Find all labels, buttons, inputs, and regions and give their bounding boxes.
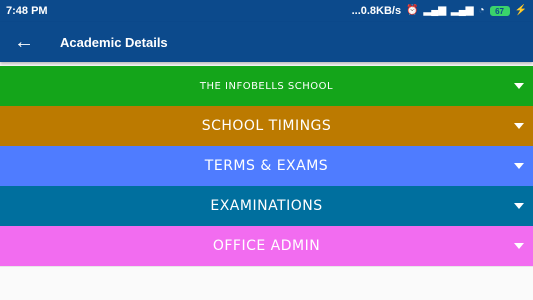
signal-icon: ▂▄▆ bbox=[423, 5, 447, 16]
section-infobells-school[interactable]: THE INFOBELLS SCHOOL bbox=[0, 66, 533, 106]
caret-down-icon bbox=[514, 123, 524, 129]
section-label: THE INFOBELLS SCHOOL bbox=[199, 80, 334, 92]
section-label: TERMS & EXAMS bbox=[204, 158, 329, 174]
caret-down-icon bbox=[514, 203, 524, 209]
section-school-timings[interactable]: SCHOOL TIMINGS bbox=[0, 106, 533, 146]
signal-icon-2: ▂▄▆ bbox=[451, 5, 474, 16]
app-bar: ← Academic Details bbox=[0, 22, 533, 62]
caret-down-icon bbox=[514, 83, 524, 89]
caret-down-icon bbox=[514, 163, 524, 169]
wifi-icon: ◔ bbox=[478, 5, 485, 16]
divider bbox=[0, 266, 533, 267]
caret-down-icon bbox=[514, 243, 524, 249]
section-label: OFFICE ADMIN bbox=[212, 238, 321, 254]
section-label: EXAMINATIONS bbox=[210, 198, 323, 214]
academic-sections-list: THE INFOBELLS SCHOOL SCHOOL TIMINGS TERM… bbox=[0, 66, 533, 266]
section-examinations[interactable]: EXAMINATIONS bbox=[0, 186, 533, 226]
alarm-icon: ⏰ bbox=[406, 5, 419, 16]
network-speed: ...0.8KB/s bbox=[351, 5, 402, 17]
battery-icon: 67 bbox=[489, 6, 510, 16]
page-title: Academic Details bbox=[60, 34, 168, 50]
charging-icon: ⚡ bbox=[514, 5, 527, 16]
status-time: 7:48 PM bbox=[6, 5, 48, 17]
status-bar: 7:48 PM ...0.8KB/s ⏰ ▂▄▆ ▂▄▆ ◔ 67 ⚡ bbox=[0, 0, 533, 22]
section-label: SCHOOL TIMINGS bbox=[201, 118, 332, 134]
section-office-admin[interactable]: OFFICE ADMIN bbox=[0, 226, 533, 266]
section-terms-exams[interactable]: TERMS & EXAMS bbox=[0, 146, 533, 186]
status-icons: ...0.8KB/s ⏰ ▂▄▆ ▂▄▆ ◔ 67 ⚡ bbox=[352, 5, 527, 17]
back-arrow-icon[interactable]: ← bbox=[2, 22, 46, 62]
